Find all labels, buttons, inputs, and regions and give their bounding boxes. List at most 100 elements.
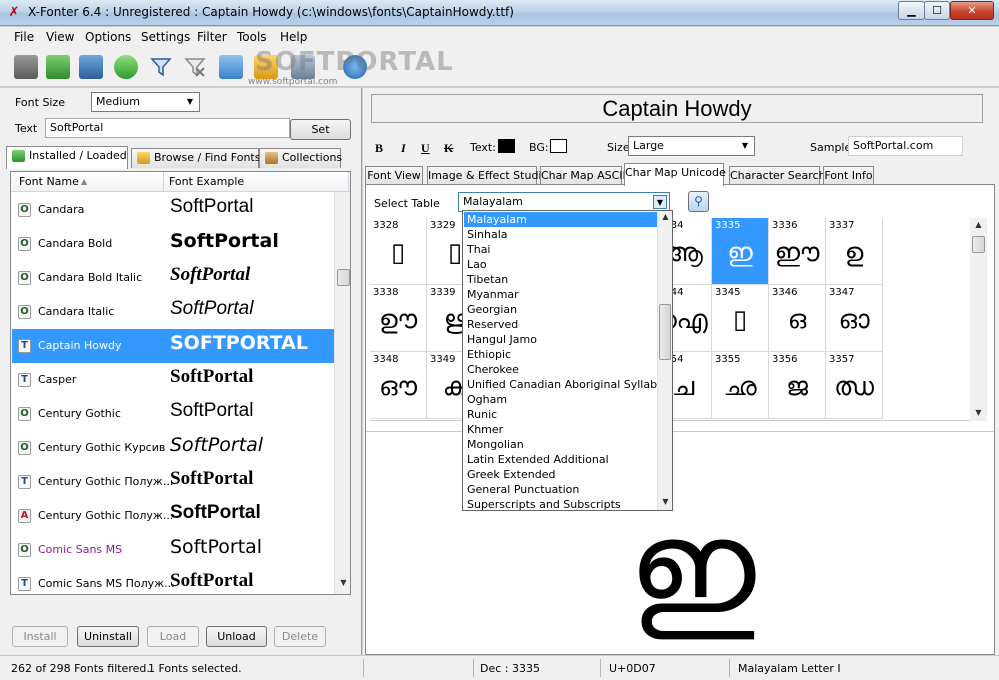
- bold-button[interactable]: B: [375, 141, 383, 156]
- menu-options[interactable]: Options: [85, 30, 131, 44]
- install-button[interactable]: Install: [12, 626, 68, 647]
- font-list-row[interactable]: O Candara Bold Italic SoftPortal: [12, 261, 334, 295]
- char-cell[interactable]: 3336 ഈ: [769, 218, 826, 285]
- maximize-button[interactable]: ☐: [924, 1, 950, 20]
- font-list-row[interactable]: O Candara Italic SoftPortal: [12, 295, 334, 329]
- zoom-button[interactable]: ⚲: [688, 191, 709, 212]
- bg-color-swatch[interactable]: [550, 139, 567, 153]
- dropdown-option[interactable]: Superscripts and Subscripts: [464, 497, 657, 510]
- sample-input[interactable]: SoftPortal.com: [848, 136, 963, 156]
- char-cell[interactable]: 3328 ▯: [370, 218, 427, 285]
- delete-button[interactable]: Delete: [274, 626, 326, 647]
- font-list-scrollbar[interactable]: ▼: [334, 192, 350, 594]
- scroll-up-icon[interactable]: ▲: [658, 212, 672, 221]
- dropdown-option[interactable]: Myanmar: [464, 287, 657, 302]
- italic-button[interactable]: I: [401, 141, 406, 156]
- menu-filter[interactable]: Filter: [197, 30, 227, 44]
- font-list-row[interactable]: O Century Gothic SoftPortal: [12, 397, 334, 431]
- dropdown-option[interactable]: General Punctuation: [464, 482, 657, 497]
- column-font-name[interactable]: Font Name: [19, 175, 79, 188]
- menu-file[interactable]: File: [14, 30, 34, 44]
- dropdown-option[interactable]: Lao: [464, 257, 657, 272]
- tools-icon[interactable]: [219, 55, 243, 79]
- font-list-row[interactable]: O Candara Bold SoftPortal: [12, 227, 334, 261]
- scroll-down-icon[interactable]: ▼: [658, 497, 672, 506]
- font-list-row[interactable]: T Comic Sans MS Полуж... SoftPortal: [12, 567, 334, 594]
- char-cell[interactable]: 3347 ഓ: [826, 285, 883, 352]
- dropdown-scrollbar[interactable]: ▲ ▼: [657, 211, 672, 510]
- dropdown-scroll-thumb[interactable]: [659, 304, 671, 360]
- dropdown-option[interactable]: Unified Canadian Aboriginal Syllabics: [464, 377, 672, 392]
- tab-browse-find[interactable]: Browse / Find Fonts: [131, 148, 260, 168]
- dropdown-option[interactable]: Tibetan: [464, 272, 657, 287]
- dropdown-option[interactable]: Ethiopic: [464, 347, 657, 362]
- tab-collections[interactable]: Collections: [259, 148, 342, 168]
- strikethrough-button[interactable]: K: [444, 141, 453, 156]
- char-cell[interactable]: 3357 ഝ: [826, 352, 883, 419]
- dropdown-option[interactable]: Sinhala: [464, 227, 657, 242]
- dropdown-option[interactable]: Hangul Jamo: [464, 332, 657, 347]
- char-cell[interactable]: 3346 ഒ: [769, 285, 826, 352]
- scroll-thumb[interactable]: [337, 269, 350, 286]
- char-cell[interactable]: 3356 ജ: [769, 352, 826, 419]
- dropdown-option[interactable]: Mongolian: [464, 437, 657, 452]
- uninstall-button[interactable]: Uninstall: [77, 626, 139, 647]
- dropdown-option[interactable]: Malayalam: [464, 212, 657, 227]
- tab-char-map-unicode[interactable]: Char Map Unicode: [624, 163, 726, 186]
- scroll-down-icon[interactable]: ▼: [335, 578, 350, 587]
- dropdown-option[interactable]: Reserved: [464, 317, 657, 332]
- font-list-row[interactable]: A Century Gothic Полуж... SoftPortal: [12, 499, 334, 533]
- char-cell[interactable]: 3337 ഉ: [826, 218, 883, 285]
- dropdown-option[interactable]: Ogham: [464, 392, 657, 407]
- select-table-options[interactable]: Malayalam Sinhala Thai Lao Tibetan Myanmar Geo…: [462, 210, 673, 511]
- preview-size-select[interactable]: Large ▼: [628, 136, 755, 156]
- filter-icon[interactable]: [149, 55, 173, 79]
- tab-font-info[interactable]: Font Info: [823, 166, 874, 185]
- text-color-swatch[interactable]: [498, 139, 515, 153]
- font-size-select[interactable]: Medium ▼: [91, 92, 200, 112]
- dropdown-option[interactable]: Thai: [464, 242, 657, 257]
- grid-scroll-thumb[interactable]: [972, 236, 985, 253]
- close-button[interactable]: ✕: [950, 1, 994, 20]
- dropdown-option[interactable]: Latin Extended Additional: [464, 452, 657, 467]
- font-list-row[interactable]: T Captain Howdy SOFTPORTAL: [12, 329, 334, 363]
- underline-button[interactable]: U: [421, 141, 430, 156]
- font-list-row[interactable]: O Comic Sans MS SoftPortal: [12, 533, 334, 567]
- tab-char-map-ascii[interactable]: Char Map ASCII: [540, 166, 626, 185]
- dropdown-option[interactable]: Greek Extended: [464, 467, 657, 482]
- tab-font-view[interactable]: Font View: [365, 166, 423, 185]
- scroll-down-icon[interactable]: ▼: [970, 408, 987, 417]
- grid-scrollbar[interactable]: ▲ ▼: [970, 218, 987, 421]
- font-list-row[interactable]: T Casper SoftPortal: [12, 363, 334, 397]
- dropdown-option[interactable]: Khmer: [464, 422, 657, 437]
- tab-image-effect-studio[interactable]: Image & Effect Studio: [427, 166, 548, 185]
- menu-settings[interactable]: Settings: [141, 30, 190, 44]
- font-list-row[interactable]: T Century Gothic Полуж... SoftPortal: [12, 465, 334, 499]
- tab-installed-loaded[interactable]: Installed / Loaded: [6, 146, 128, 169]
- char-cell[interactable]: 3348 ഔ: [370, 352, 427, 419]
- dropdown-option[interactable]: Runic: [464, 407, 657, 422]
- print-preview-icon[interactable]: [46, 55, 70, 79]
- menu-tools[interactable]: Tools: [237, 30, 267, 44]
- minimize-button[interactable]: ▁: [898, 1, 925, 20]
- font-list[interactable]: Font Name ▲ Font Example O Candara SoftPor…: [10, 171, 351, 595]
- dropdown-option[interactable]: Cherokee: [464, 362, 657, 377]
- dropdown-option[interactable]: Georgian: [464, 302, 657, 317]
- menu-help[interactable]: Help: [280, 30, 307, 44]
- tab-character-search[interactable]: Character Search: [729, 166, 826, 185]
- load-button[interactable]: Load: [147, 626, 199, 647]
- char-cell[interactable]: 3335 ഇ: [712, 218, 769, 285]
- column-font-example[interactable]: Font Example: [169, 175, 244, 188]
- select-table-dropdown[interactable]: Malayalam ▼: [458, 192, 670, 212]
- set-button[interactable]: Set: [290, 119, 351, 140]
- sample-text-input[interactable]: SoftPortal: [45, 118, 290, 138]
- unload-button[interactable]: Unload: [206, 626, 267, 647]
- font-list-row[interactable]: O Candara SoftPortal: [12, 193, 334, 227]
- menu-view[interactable]: View: [46, 30, 74, 44]
- scroll-up-icon[interactable]: ▲: [970, 220, 987, 229]
- char-cell[interactable]: 3345 ▯: [712, 285, 769, 352]
- char-cell[interactable]: 3338 ഊ: [370, 285, 427, 352]
- print-icon[interactable]: [14, 55, 38, 79]
- refresh-icon[interactable]: [114, 55, 138, 79]
- char-cell[interactable]: 3355 ഛ: [712, 352, 769, 419]
